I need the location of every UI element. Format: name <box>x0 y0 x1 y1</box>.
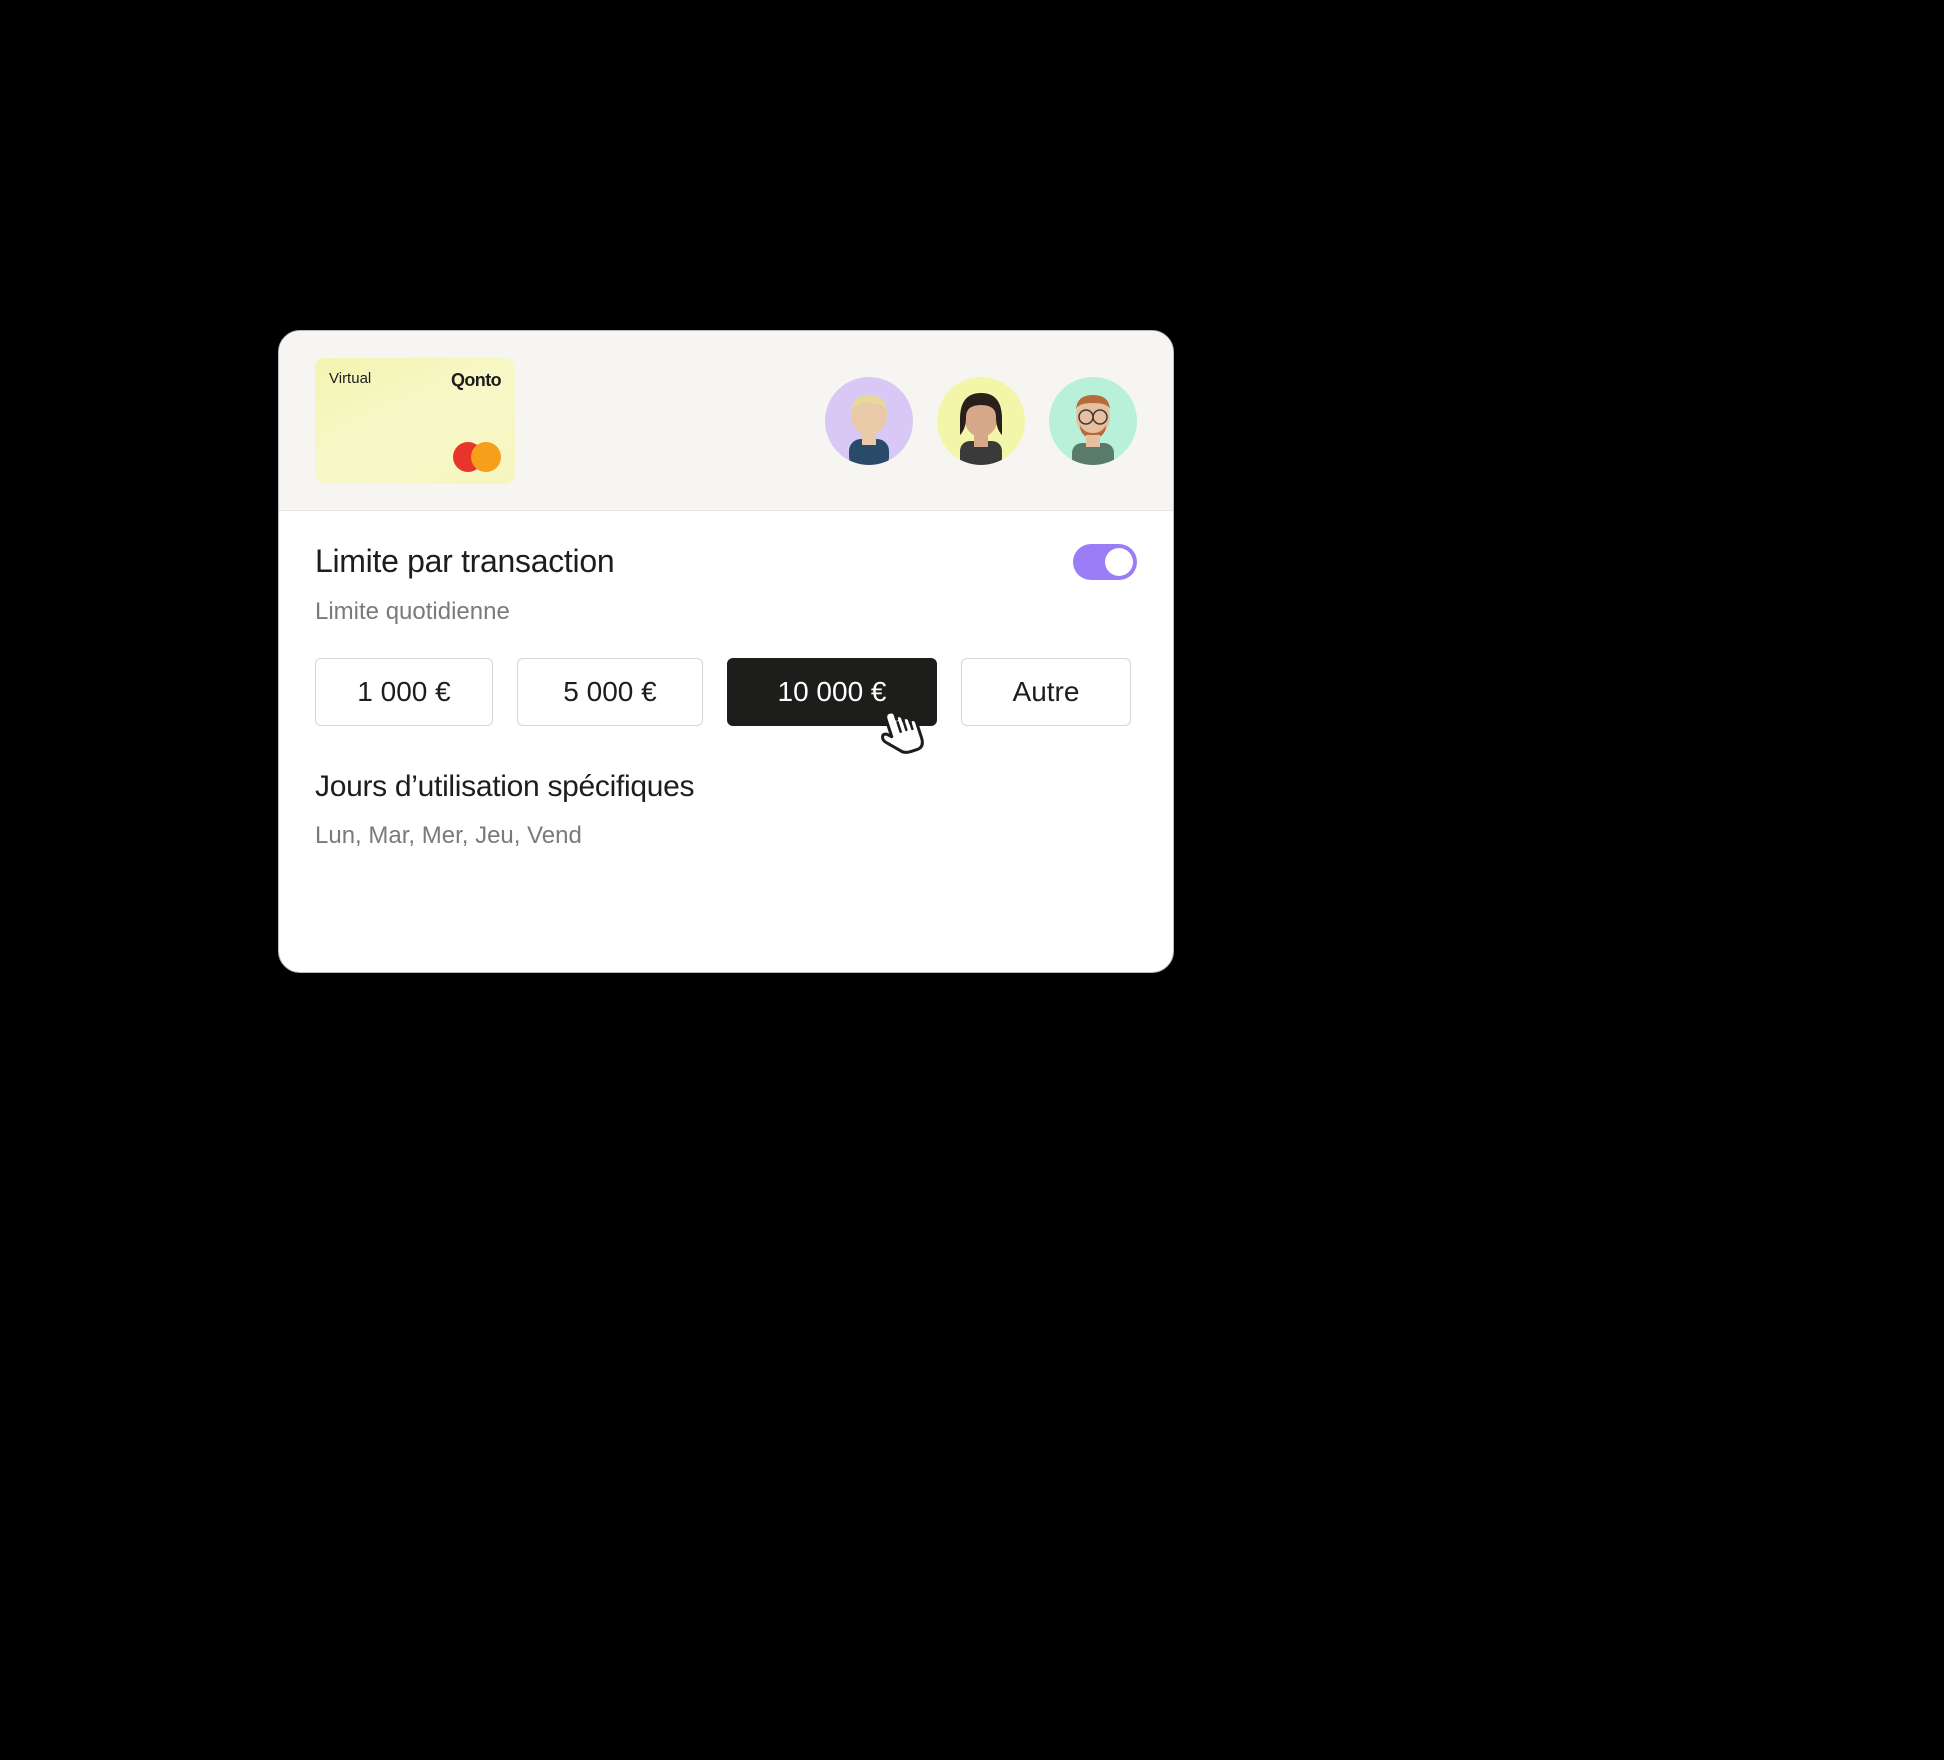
panel-header: Virtual Qonto <box>279 331 1173 511</box>
amount-option-1000[interactable]: 1 000 € <box>315 658 493 726</box>
usage-days-list: Lun, Mar, Mer, Jeu, Vend <box>315 822 1137 850</box>
toggle-knob <box>1105 548 1133 576</box>
avatar[interactable] <box>1049 377 1137 465</box>
panel-body: Limite par transaction Limite quotidienn… <box>279 511 1173 850</box>
amount-option-5000[interactable]: 5 000 € <box>517 658 703 726</box>
avatar[interactable] <box>937 377 1025 465</box>
amount-option-10000[interactable]: 10 000 € <box>727 658 937 726</box>
card-brand-label: Qonto <box>451 370 501 391</box>
amount-options: 1 000 € 5 000 € 10 000 € Autre <box>315 658 1137 726</box>
avatar[interactable] <box>825 377 913 465</box>
daily-limit-label: Limite quotidienne <box>315 598 1137 626</box>
virtual-card: Virtual Qonto <box>315 358 515 484</box>
transaction-limit-title: Limite par transaction <box>315 543 614 580</box>
settings-panel: Virtual Qonto <box>278 330 1174 973</box>
amount-option-other[interactable]: Autre <box>961 658 1131 726</box>
mastercard-icon <box>453 442 501 472</box>
transaction-limit-row: Limite par transaction <box>315 543 1137 580</box>
usage-days-title: Jours d’utilisation spécifiques <box>315 770 1137 804</box>
user-avatars <box>825 377 1137 465</box>
transaction-limit-toggle[interactable] <box>1073 544 1137 580</box>
